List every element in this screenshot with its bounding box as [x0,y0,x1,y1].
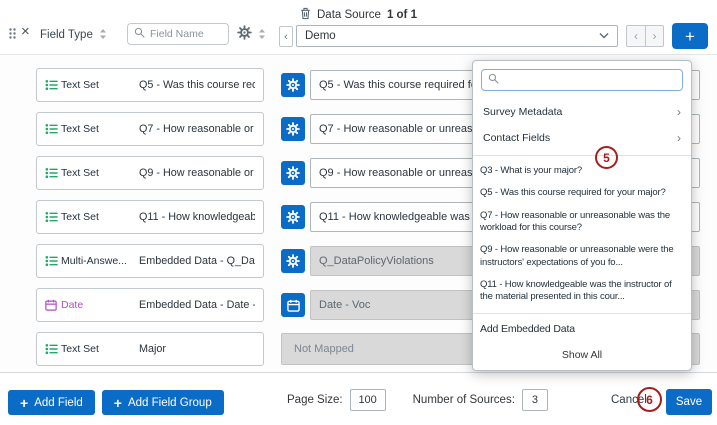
scroll-left-button[interactable]: ‹ [279,26,293,47]
add-field-button[interactable]: + Add Field [8,390,95,415]
field-name-label: Q11 - How knowledgeabl... [139,211,255,223]
show-all-button[interactable]: Show All [473,341,691,368]
dropdown-option[interactable]: Q11 - How knowledgeable was the instruct… [473,274,691,309]
chevron-right-icon: › [677,131,681,145]
settings-gear-icon[interactable] [237,25,252,43]
field-name-label: Q5 - Was this course req... [139,79,255,91]
field-row[interactable]: Text Set Q7 - How reasonable or ... [36,112,264,146]
field-name-label: Major [139,343,255,355]
field-name-search-input[interactable] [150,28,220,40]
field-row[interactable]: Text Set Q5 - Was this course req... [36,68,264,102]
dropdown-group-survey-metadata[interactable]: Survey Metadata › [473,99,691,125]
page-size-input[interactable] [350,389,386,411]
dropdown-group-contact-fields[interactable]: Contact Fields › [473,125,691,151]
date-icon [45,299,61,311]
field-row[interactable]: Text Set Major [36,332,264,366]
field-type-label: Text Set [61,211,139,223]
field-type-label: Text Set [61,123,139,135]
drag-handle-icon[interactable] [8,27,17,43]
divider [473,155,691,156]
dropdown-option[interactable]: Q9 - How reasonable or unreasonable were… [473,239,691,274]
field-settings-button[interactable] [281,205,305,229]
source-select-value: Demo [305,30,336,42]
field-type-label: Text Set [61,79,139,91]
field-row[interactable]: Text Set Q9 - How reasonable or ... [36,156,264,190]
field-name-label: Embedded Data - Q_Dat... [139,255,255,267]
dropdown-option[interactable]: Q3 - What is your major? [473,160,691,182]
field-type-label: Date [61,299,139,311]
dropdown-search[interactable] [481,69,683,91]
source-select[interactable]: Demo [296,25,618,47]
field-row[interactable]: Multi-Answe... Embedded Data - Q_Dat... [36,244,264,278]
date-field-button[interactable] [281,293,305,317]
data-source-label: Data Source [317,9,381,21]
data-source-count: 1 of 1 [387,9,417,21]
text-set-icon [45,123,61,135]
text-set-icon [45,79,61,91]
annotation-step-6: 6 [637,387,662,412]
add-embedded-data-option[interactable]: Add Embedded Data [473,318,691,342]
source-pager: ‹ › [626,25,664,47]
field-type-column-header: Field Type [40,29,93,41]
field-settings-button[interactable] [281,117,305,141]
text-set-icon [45,211,61,223]
footer-bar: + Add Field + Add Field Group Page Size:… [0,372,717,425]
mapped-field-label: Q_DataPolicyViolations [319,255,434,267]
sort-field-type-icon[interactable] [99,28,107,43]
number-of-sources-label: Number of Sources: [413,394,515,406]
toolbar: × Field Type Data Source 1 of 1 ‹ Demo [0,0,717,55]
chevron-down-icon [599,30,609,42]
field-row[interactable]: Date Embedded Data - Date - ... [36,288,264,322]
divider [473,313,691,314]
plus-icon: + [20,396,28,410]
field-settings-button[interactable] [281,249,305,273]
unmapped-field-label: Not Mapped [294,343,354,355]
field-row[interactable]: Text Set Q11 - How knowledgeabl... [36,200,264,234]
field-type-label: Text Set [61,167,139,179]
save-button[interactable]: Save [666,389,712,415]
sort-mapping-icon[interactable] [258,28,266,43]
group-label: Contact Fields [483,132,550,144]
next-source-button[interactable]: › [645,26,663,46]
field-type-label: Text Set [61,343,139,355]
field-settings-button[interactable] [281,161,305,185]
number-of-sources-input[interactable] [522,389,548,411]
close-icon[interactable]: × [21,24,30,39]
add-field-label: Add Field [34,397,83,409]
plus-icon: + [114,396,122,410]
chevron-right-icon: › [677,105,681,119]
dropdown-search-input[interactable] [504,75,676,86]
text-set-icon [45,167,61,179]
dropdown-option[interactable]: Q5 - Was this course required for your m… [473,182,691,204]
search-icon [488,73,499,87]
search-icon [134,27,145,41]
add-source-button[interactable]: + [672,23,708,49]
data-source-header: Data Source 1 of 1 [0,7,717,23]
mapped-field-label: Date - Voc [319,299,370,311]
page-size-label: Page Size: [287,394,343,406]
field-settings-button[interactable] [281,73,305,97]
add-field-group-button[interactable]: + Add Field Group [102,390,224,415]
field-name-search[interactable] [127,23,229,45]
multi-answer-icon [45,255,61,267]
field-name-label: Embedded Data - Date - ... [139,299,255,311]
prev-source-button[interactable]: ‹ [627,26,645,46]
field-name-label: Q7 - How reasonable or ... [139,123,255,135]
delete-source-icon[interactable] [300,7,311,23]
field-name-label: Q9 - How reasonable or ... [139,167,255,179]
field-mapper-window: × Field Type Data Source 1 of 1 ‹ Demo [0,0,717,425]
text-set-icon [45,343,61,355]
field-type-label: Multi-Answe... [61,255,139,267]
group-label: Survey Metadata [483,106,562,118]
add-field-group-label: Add Field Group [128,397,212,409]
annotation-step-5: 5 [595,146,618,169]
dropdown-option[interactable]: Q7 - How reasonable or unreasonable was … [473,205,691,240]
field-mapping-dropdown: Survey Metadata › Contact Fields › Q3 - … [472,60,692,371]
